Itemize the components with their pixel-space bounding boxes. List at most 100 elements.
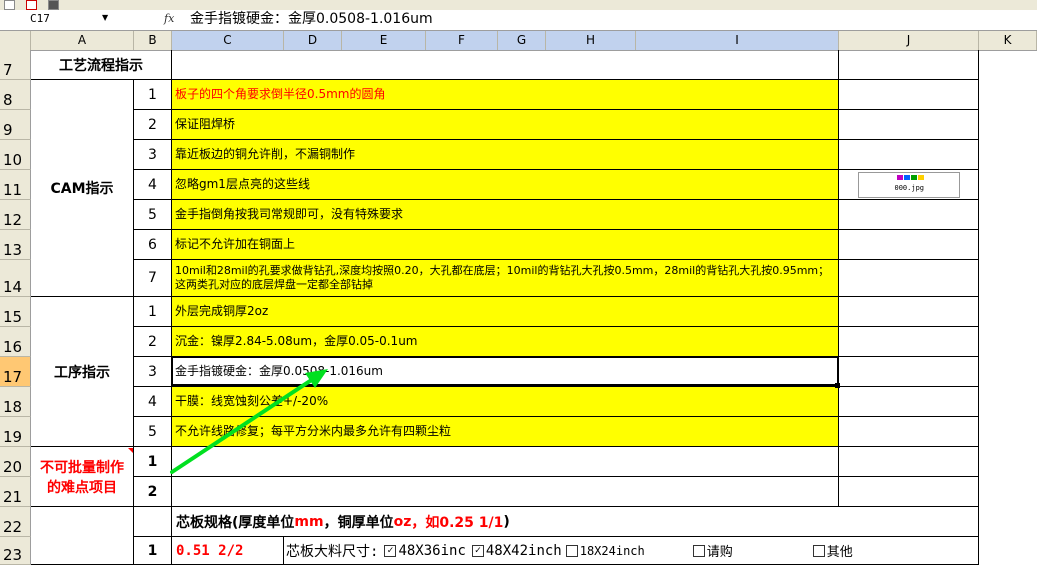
core-spec-value[interactable]: 0.51 2/2 [172,537,284,565]
difficult-item-number[interactable]: 1 [134,447,172,477]
row-header-17[interactable]: 17 [0,357,31,387]
cam-item-number[interactable]: 4 [134,170,172,200]
row-header-7[interactable]: 7 [0,50,31,80]
column-header-e[interactable]: E [342,31,426,50]
cell-j14[interactable] [839,260,979,297]
process-label-cell[interactable]: 工序指示 [31,297,134,447]
column-header-i[interactable]: I [636,31,839,50]
process-item-number[interactable]: 1 [134,297,172,327]
cam-label-cell[interactable]: CAM指示 [31,80,134,297]
name-box-dropdown-icon[interactable]: ▼ [102,13,108,22]
process-item-number[interactable]: 2 [134,327,172,357]
cam-item-text[interactable]: 金手指倒角按我司常规即可，没有特殊要求 [172,200,839,230]
column-header-f[interactable]: F [426,31,498,50]
core-spec-left-cell[interactable] [31,507,134,565]
row-header-16[interactable]: 16 [0,327,31,357]
row-header-18[interactable]: 18 [0,387,31,417]
cell-j18[interactable] [839,387,979,417]
cell-j9[interactable] [839,110,979,140]
cell-j15[interactable] [839,297,979,327]
column-header-b[interactable]: B [134,31,172,50]
process-item-text[interactable]: 外层完成铜厚2oz [172,297,839,327]
core-spec-title[interactable]: 芯板规格(厚度单位 mm ，铜厚单位 oz ，如0.25 1/1 ) [172,507,979,537]
formula-bar: C17 ▼ fx 金手指镀硬金：金厚0.0508-1.016um [0,10,1037,31]
row-header-14[interactable]: 14 [0,260,31,297]
cell-j20[interactable] [839,447,979,477]
row-header-10[interactable]: 10 [0,140,31,170]
core-spec-row-number[interactable]: 1 [134,537,172,565]
cam-item-text[interactable]: 忽略gm1层点亮的这些线 [172,170,839,200]
cell-j21[interactable] [839,477,979,507]
cam-item-text[interactable]: 保证阻焊桥 [172,110,839,140]
column-header-a[interactable]: A [31,31,134,50]
select-all-corner[interactable] [0,31,31,50]
cell-j8[interactable] [839,80,979,110]
difficult-item-text[interactable] [172,447,839,477]
name-box[interactable]: C17 [30,11,100,27]
row-header-8[interactable]: 8 [0,80,31,110]
cam-item-text[interactable]: 10mil和28mil的孔要求做背钻孔,深度均按照0.20，大孔都在底层；10m… [172,260,839,297]
cam-item-number[interactable]: 6 [134,230,172,260]
cell-j13[interactable] [839,230,979,260]
row-header-12[interactable]: 12 [0,200,31,230]
checkbox-18x24[interactable] [565,544,578,557]
toolbar-dropdown-icon[interactable] [48,0,59,10]
column-header-c[interactable]: C [172,31,284,50]
process-item-text[interactable]: 不允许线路修复；每平方分米内最多允许有四颗尘粒 [172,417,839,447]
difficult-item-number[interactable]: 2 [134,477,172,507]
row-header-9[interactable]: 9 [0,110,31,140]
process-title-cell[interactable]: 工艺流程指示 [31,50,172,80]
row-header-20[interactable]: 20 [0,447,31,477]
function-icon[interactable]: fx [164,12,174,25]
cell-j12[interactable] [839,200,979,230]
column-header-g[interactable]: G [498,31,546,50]
row-header-22[interactable]: 22 [0,507,31,537]
cell-j19[interactable] [839,417,979,447]
cam-item-number[interactable]: 2 [134,110,172,140]
checkbox-48x42[interactable]: ✓ [471,544,484,557]
checkbox-48x36[interactable]: ✓ [384,544,397,557]
cell-j10[interactable] [839,140,979,170]
cell-j17[interactable] [839,357,979,387]
column-header-h[interactable]: H [546,31,636,50]
cam-item-number[interactable]: 3 [134,140,172,170]
core-spec-title-part: 芯板规格(厚度单位 [176,514,295,531]
toolbar-icon-2[interactable] [26,0,37,10]
row-header-15[interactable]: 15 [0,297,31,327]
process-item-number[interactable]: 3 [134,357,172,387]
cam-item-number[interactable]: 5 [134,200,172,230]
column-header-j[interactable]: J [839,31,979,50]
cell-j7[interactable] [839,50,979,80]
row-header-13[interactable]: 13 [0,230,31,260]
toolbar-icon[interactable] [4,0,15,10]
row-header-19[interactable]: 19 [0,417,31,447]
difficult-item-text[interactable] [172,477,839,507]
cell-j11[interactable]: 000.jpg [839,170,979,200]
process-item-text[interactable]: 沉金：镍厚2.84-5.08um，金厚0.05-0.1um [172,327,839,357]
difficult-items-label-cell[interactable]: 不可批量制作 的难点项目 [31,447,134,507]
cam-item-text[interactable]: 板子的四个角要求倒半径0.5mm的圆角 [172,80,839,110]
cell-c7[interactable] [172,50,839,80]
row-header-23[interactable]: 23 [0,537,31,565]
process-item-number[interactable]: 5 [134,417,172,447]
checkbox-purchase[interactable] [692,544,705,557]
formula-input[interactable]: 金手指镀硬金：金厚0.0508-1.016um [190,11,433,28]
column-header-k[interactable]: K [979,31,1037,50]
embedded-image-thumbnail[interactable]: 000.jpg [857,171,960,198]
row-header-11[interactable]: 11 [0,170,31,200]
column-header-row: A B C D E F G H I J K [0,31,1037,51]
core-size-options[interactable]: 芯板大料尺寸: ✓ 48X36inc ✓ 48X42inch 18X24inch… [284,537,979,565]
cam-item-text[interactable]: 标记不允许加在铜面上 [172,230,839,260]
row-header-21[interactable]: 21 [0,477,31,507]
fill-handle[interactable] [835,383,840,388]
process-item-number[interactable]: 4 [134,387,172,417]
cell-j16[interactable] [839,327,979,357]
comment-indicator[interactable] [128,448,133,453]
cell-b22[interactable] [134,507,172,537]
process-item-text[interactable]: 干膜：线宽蚀刻公差+/-20% [172,387,839,417]
column-header-d[interactable]: D [284,31,342,50]
cam-item-text[interactable]: 靠近板边的铜允许削，不漏铜制作 [172,140,839,170]
cam-item-number[interactable]: 1 [134,80,172,110]
cam-item-number[interactable]: 7 [134,260,172,297]
checkbox-other[interactable] [812,544,825,557]
